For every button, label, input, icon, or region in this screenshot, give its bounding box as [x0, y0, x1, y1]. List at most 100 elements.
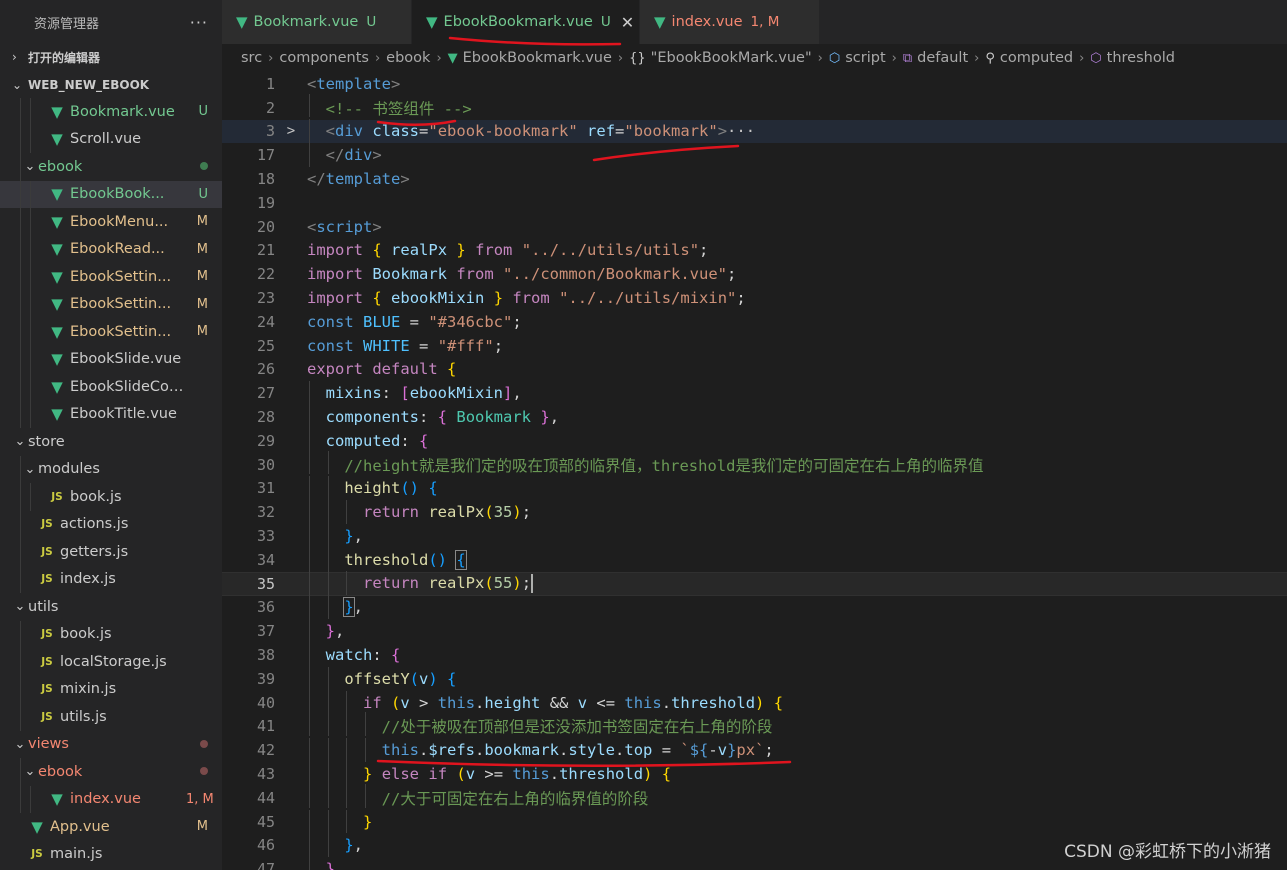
- code-line: 24 const BLUE = "#346cbc";: [222, 310, 1287, 334]
- code-token: :: [419, 408, 438, 427]
- tree-folder[interactable]: ⌄ ebook: [0, 758, 222, 786]
- tree-folder[interactable]: ⌄ modules: [0, 455, 222, 483]
- indent-guide: [327, 809, 329, 834]
- breadcrumb-item[interactable]: ⬡ threshold: [1090, 50, 1175, 66]
- breadcrumb-label: script: [845, 50, 886, 66]
- breadcrumb-item[interactable]: {} "EbookBookMark.vue": [629, 50, 812, 66]
- tab-bookmark-vue[interactable]: ▼ Bookmark.vue U: [222, 0, 412, 44]
- indent-guide: [30, 180, 31, 208]
- code-token: import: [307, 241, 363, 260]
- indent-guide: [20, 125, 21, 153]
- code-token: default: [372, 360, 438, 379]
- tree-item-label: EbookSettin...: [70, 296, 172, 313]
- tree-file[interactable]: ▼ EbookBook... U: [0, 180, 222, 208]
- code-line: 27 mixins: [ebookMixin],: [222, 381, 1287, 406]
- code-token: =: [419, 122, 429, 141]
- line-number: 36: [256, 598, 275, 617]
- code-token: Bookmark: [456, 408, 532, 427]
- line-number: 2: [265, 98, 275, 117]
- editor-tabs: ▼ Bookmark.vue U ▼ EbookBookmark.vue U ✕ ▼ index…: [222, 0, 1287, 44]
- tree-file[interactable]: ▼ App.vue M: [0, 813, 222, 841]
- tree-folder[interactable]: ⌄ views: [0, 731, 222, 759]
- tab-status: 1, M: [750, 14, 780, 30]
- tree-folder[interactable]: ⌄ utils: [0, 593, 222, 621]
- breadcrumb-item[interactable]: ⧉ default: [903, 50, 968, 66]
- tree-file[interactable]: ▼ EbookSlideConte...: [0, 373, 222, 401]
- tree-file[interactable]: JS book.js: [0, 620, 222, 648]
- code-token: import: [307, 265, 363, 284]
- indent-guide: [30, 373, 31, 401]
- tab-index-vue[interactable]: ▼ index.vue 1, M: [640, 0, 820, 44]
- line-number: 32: [256, 503, 275, 522]
- breadcrumb-item[interactable]: src: [241, 50, 262, 66]
- tree-file[interactable]: ▼ EbookSlide.vue: [0, 345, 222, 373]
- tree-file[interactable]: JS actions.js: [0, 510, 222, 538]
- tree-file[interactable]: ▼ EbookRead... M: [0, 235, 222, 263]
- tab-ebookbookmark-vue[interactable]: ▼ EbookBookmark.vue U ✕: [412, 0, 640, 44]
- code-line: 19: [222, 191, 1287, 215]
- breadcrumb-item[interactable]: ebook: [386, 50, 430, 66]
- tree-file[interactable]: ▼ Scroll.vue: [0, 125, 222, 153]
- tree-file[interactable]: ▼ index.vue 1, M: [0, 785, 222, 813]
- breadcrumb-item[interactable]: components: [279, 50, 369, 66]
- fold-chevron-icon[interactable]: >: [275, 123, 307, 139]
- code-token: components: [325, 408, 419, 427]
- breadcrumb-item[interactable]: ⬡ script: [829, 50, 886, 66]
- code-text: import Bookmark from "../common/Bookmark…: [307, 265, 736, 283]
- tree-file[interactable]: JS localStorage.js: [0, 648, 222, 676]
- chevron-right-icon: ›: [436, 50, 442, 66]
- indent-guide: [20, 290, 21, 318]
- indent-guide: [365, 712, 367, 737]
- tree-folder[interactable]: ⌄ store: [0, 428, 222, 456]
- code-token: {: [437, 408, 448, 427]
- indent-guide: [309, 405, 310, 429]
- open-editors-section[interactable]: › 打开的编辑器: [0, 44, 222, 70]
- tree-file[interactable]: JS getters.js: [0, 538, 222, 566]
- tab-status: U: [600, 14, 611, 30]
- tree-file[interactable]: ▼ EbookTitle.vue: [0, 400, 222, 428]
- code-token: =: [652, 741, 681, 760]
- code-token: ;: [512, 312, 522, 331]
- code-text: <div class="ebook-bookmark" ref="bookmar…: [307, 119, 755, 144]
- tree-file[interactable]: JS book.js: [0, 483, 222, 511]
- git-status-badge: U: [198, 186, 208, 202]
- tree-file[interactable]: JS mixin.js: [0, 675, 222, 703]
- line-number: 24: [256, 312, 275, 331]
- code-editor[interactable]: 1 <template> 2 <!-- 书签组件 --> 3 > <div class=…: [222, 72, 1287, 870]
- tree-file[interactable]: ▼ EbookSettin... M: [0, 263, 222, 291]
- tree-file[interactable]: ▼ EbookMenu... M: [0, 208, 222, 236]
- tree-file[interactable]: ▼ EbookSettin... M: [0, 290, 222, 318]
- tree-file[interactable]: JS utils.js: [0, 703, 222, 731]
- code-token: Bookmark: [372, 265, 447, 284]
- breadcrumb-item[interactable]: ⚲ computed: [985, 50, 1073, 66]
- tree-folder[interactable]: ⌄ ebook: [0, 153, 222, 181]
- code-token: export: [307, 360, 363, 379]
- code-text: //大于可固定在右上角的临界值的阶段: [307, 783, 648, 809]
- tree-file[interactable]: ▼ EbookSettin... M: [0, 318, 222, 346]
- code-line: 28 components: { Bookmark },: [222, 405, 1287, 429]
- project-section[interactable]: ⌄ WEB_NEW_EBOOK: [0, 72, 222, 98]
- code-text: <template>: [307, 75, 400, 93]
- vue-file-icon: ▼: [447, 50, 458, 66]
- code-line: 17 </div>: [222, 143, 1287, 168]
- code-token: ): [512, 574, 522, 593]
- code-token: =: [409, 336, 438, 355]
- tree-file[interactable]: JS main.js: [0, 841, 222, 869]
- tree-file[interactable]: JS index.js: [0, 565, 222, 593]
- code-token: (: [484, 574, 494, 593]
- tree-file[interactable]: ▼ Bookmark.vue U: [0, 98, 222, 126]
- indent-guide: [309, 857, 310, 870]
- indent-guide: [327, 595, 329, 620]
- code-token: ebookMixin: [391, 289, 485, 308]
- close-icon[interactable]: ✕: [621, 13, 634, 32]
- code-line: 30 //height就是我们定的吸在顶部的临界值，threshold是我们定的…: [222, 450, 1287, 477]
- code-token: ): [512, 503, 522, 522]
- breadcrumb-item[interactable]: ▼ EbookBookmark.vue: [448, 50, 612, 66]
- code-token: ): [755, 693, 765, 712]
- more-actions-icon[interactable]: ···: [190, 13, 208, 32]
